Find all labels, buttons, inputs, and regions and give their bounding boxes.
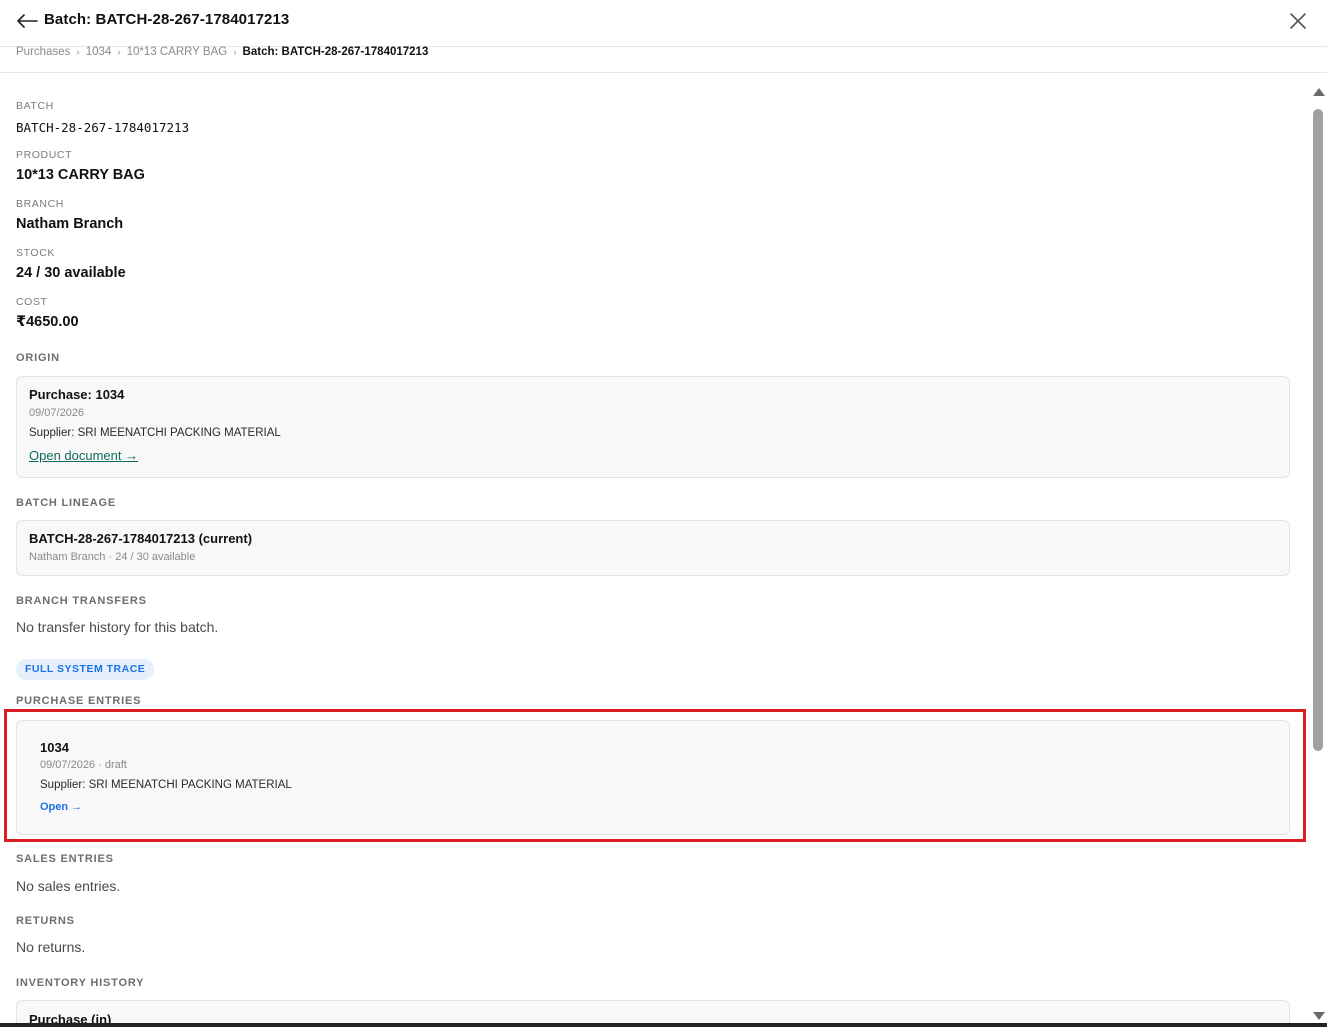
breadcrumb-current: Batch: BATCH-28-267-1784017213 xyxy=(242,46,429,58)
product-label: PRODUCT xyxy=(16,149,73,161)
returns-heading: RETURNS xyxy=(16,915,75,927)
chevron-right-icon: › xyxy=(117,46,121,58)
chevron-right-icon: › xyxy=(76,46,80,58)
lineage-title: BATCH-28-267-1784017213 (current) xyxy=(29,531,253,546)
stock-label: STOCK xyxy=(16,247,55,259)
inventory-history-card: Purchase (in) xyxy=(16,1000,1290,1023)
origin-title: Purchase: 1034 xyxy=(29,387,125,402)
scroll-down-icon[interactable] xyxy=(1313,1012,1325,1020)
page-title: Batch: BATCH-28-267-1784017213 xyxy=(44,11,290,28)
inventory-entry-title: Purchase (in) xyxy=(29,1012,112,1023)
chevron-right-icon: › xyxy=(233,46,237,58)
batch-detail-content: BATCH BATCH-28-267-1784017213 PRODUCT 10… xyxy=(0,73,1309,1023)
cost-label: COST xyxy=(16,296,48,308)
purchase-entries-heading: PURCHASE ENTRIES xyxy=(16,695,142,707)
breadcrumb-purchase-1034[interactable]: 1034 xyxy=(86,46,112,58)
batch-lineage-heading: BATCH LINEAGE xyxy=(16,497,117,509)
arrow-left-icon xyxy=(17,14,38,28)
close-icon xyxy=(1290,13,1306,29)
origin-heading: ORIGIN xyxy=(16,352,60,364)
branch-label: BRANCH xyxy=(16,198,64,210)
vertical-scrollbar[interactable] xyxy=(1309,88,1327,1023)
back-button[interactable] xyxy=(14,9,40,33)
batch-value: BATCH-28-267-1784017213 xyxy=(16,120,190,135)
origin-date: 09/07/2026 xyxy=(29,407,85,419)
transfers-empty: No transfer history for this batch. xyxy=(16,619,219,635)
scrollbar-thumb[interactable] xyxy=(1313,109,1323,751)
cost-value: ₹4650.00 xyxy=(16,314,79,330)
batch-label: BATCH xyxy=(16,100,54,112)
sales-entries-heading: SALES ENTRIES xyxy=(16,853,114,865)
returns-empty: No returns. xyxy=(16,939,86,955)
breadcrumb-product[interactable]: 10*13 CARRY BAG xyxy=(127,46,228,58)
branch-transfers-heading: BRANCH TRANSFERS xyxy=(16,595,147,607)
close-button[interactable] xyxy=(1286,9,1310,33)
branch-value: Natham Branch xyxy=(16,216,124,232)
highlight-box xyxy=(4,709,1306,842)
product-value: 10*13 CARRY BAG xyxy=(16,167,145,183)
sales-empty: No sales entries. xyxy=(16,878,121,894)
breadcrumb-purchases[interactable]: Purchases xyxy=(16,46,70,58)
inventory-history-heading: INVENTORY HISTORY xyxy=(16,977,145,989)
origin-card: Purchase: 1034 09/07/2026 Supplier: SRI … xyxy=(16,376,1290,478)
scroll-up-icon[interactable] xyxy=(1313,88,1325,96)
breadcrumb: Purchases › 1034 › 10*13 CARRY BAG › Bat… xyxy=(16,45,428,59)
window-bottom-edge xyxy=(0,1023,1327,1027)
lineage-card[interactable]: BATCH-28-267-1784017213 (current) Natham… xyxy=(16,520,1290,576)
open-document-link[interactable]: Open document → xyxy=(29,448,138,463)
stock-value: 24 / 30 available xyxy=(16,265,126,281)
dialog-header: Batch: BATCH-28-267-1784017213 xyxy=(0,0,1327,47)
full-system-trace-badge: FULL SYSTEM TRACE xyxy=(16,659,155,680)
origin-supplier: Supplier: SRI MEENATCHI PACKING MATERIAL xyxy=(29,427,281,439)
lineage-sub: Natham Branch · 24 / 30 available xyxy=(29,551,196,563)
